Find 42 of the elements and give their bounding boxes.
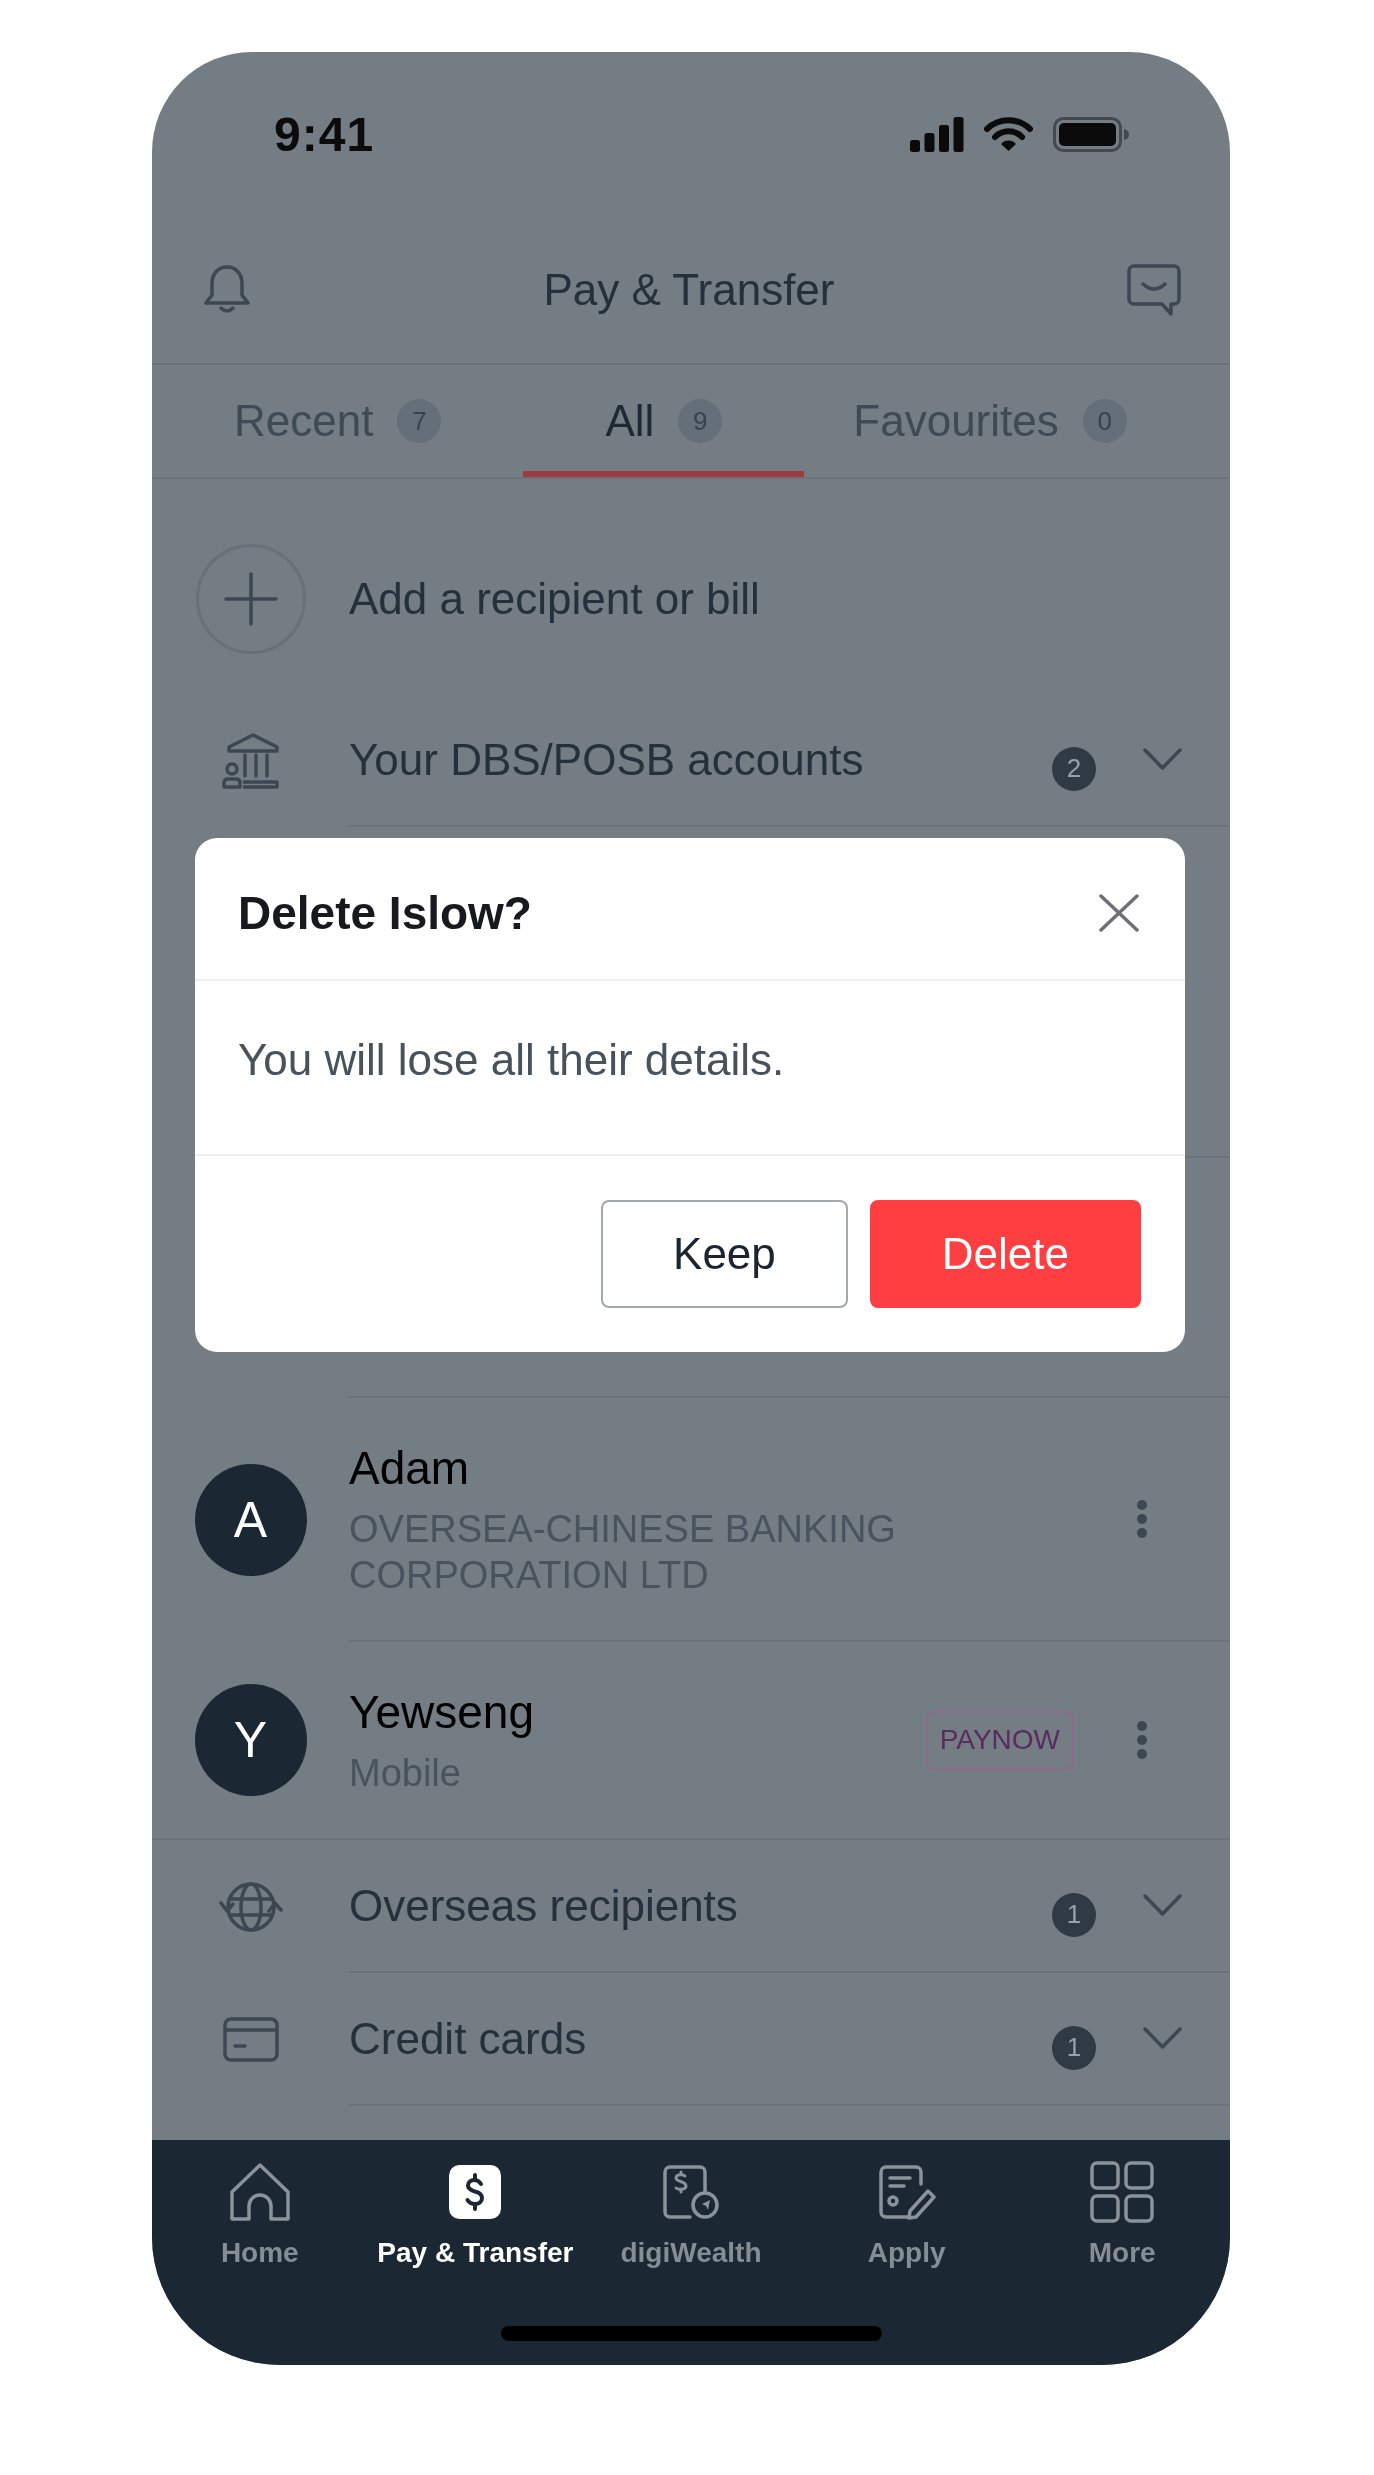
chevron-icon[interactable] [1143,1894,1182,1917]
status-time: 9:41 [274,106,375,162]
page-title: Pay & Transfer [543,264,835,315]
close-icon[interactable] [1099,893,1139,932]
delete-button[interactable]: Delete [869,1200,1141,1308]
dollar-square-icon [449,2165,502,2219]
nav-item[interactable]: More [1088,2161,1156,2270]
wifi-icon [984,116,1033,152]
dialog-message: You will lose all their details. [238,1036,785,1084]
recipient-name[interactable]: Adam [349,1440,470,1496]
more-options-icon[interactable] [1136,1720,1148,1760]
notification-bell-icon[interactable] [202,263,252,316]
nav-item[interactable]: digiWealth [620,2161,762,2270]
bank-icon [220,731,281,790]
add-recipient-link[interactable]: Add a recipient or bill [349,574,760,624]
home-icon [227,2161,292,2223]
count-badge: 2 [1052,746,1096,791]
paynow-tag: PAYNOW [925,1710,1074,1770]
recipient-name[interactable]: Yewseng [349,1684,534,1740]
chat-bubble-icon[interactable] [1126,262,1182,317]
group-label[interactable]: Your DBS/POSB accounts [349,734,1052,785]
dialog-title: Delete Islow? [238,885,532,940]
avatar: Y [194,1684,307,1796]
nav-item[interactable]: Pay & Transfer [377,2161,574,2270]
document-pen-icon [877,2164,936,2220]
chevron-icon[interactable] [1143,2027,1182,2050]
count-badge: 1 [1052,1892,1096,1937]
keep-button[interactable]: Keep [601,1200,848,1308]
plus-circle-icon[interactable] [195,544,306,654]
credit-card-icon [222,2017,279,2062]
avatar: A [194,1464,307,1576]
nav-item[interactable]: Home [220,2161,299,2270]
battery-icon [1053,116,1130,152]
more-options-icon[interactable] [1136,1499,1148,1539]
grid-icon [1090,2161,1155,2223]
nav-item[interactable]: Apply [867,2161,946,2270]
group-label[interactable]: Overseas recipients [349,1880,1052,1931]
group-label[interactable]: Credit cards [349,2013,1052,2064]
chevron-icon[interactable] [1143,748,1182,771]
document-compass-icon [662,2164,720,2220]
signal-icon [910,116,964,152]
count-badge: 1 [1052,2025,1096,2070]
